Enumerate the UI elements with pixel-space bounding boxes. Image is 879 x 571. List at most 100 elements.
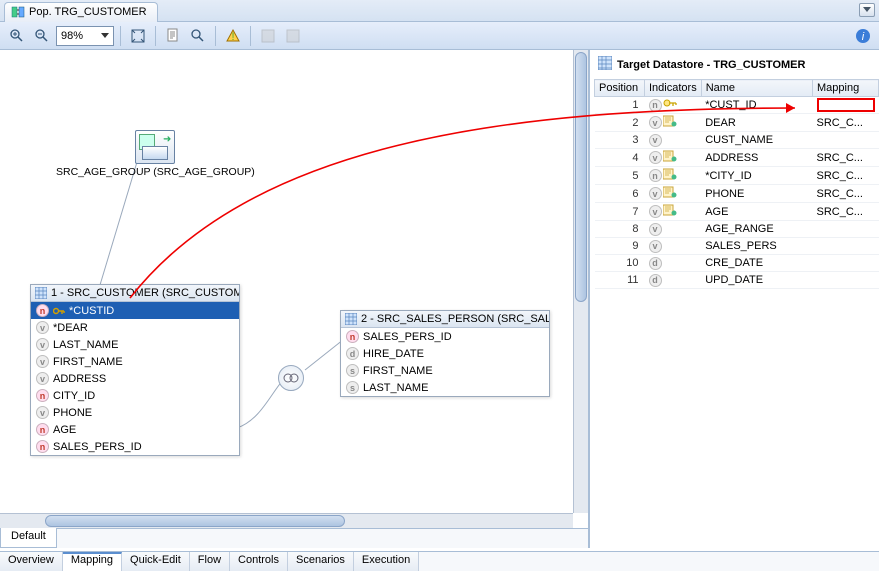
cell-mapping[interactable]: SRC_C...: [813, 114, 879, 132]
entity-header[interactable]: 2 - SRC_SALES_PERSON (SRC_SAL: [341, 311, 549, 328]
mapping-tab-icon: [11, 5, 25, 19]
col-header-name[interactable]: Name: [701, 80, 812, 97]
type-badge-d: d: [346, 347, 359, 360]
entity-src-sales-person[interactable]: 2 - SRC_SALES_PERSON (SRC_SAL nSALES_PER…: [340, 310, 550, 397]
cell-indicators: v: [645, 221, 702, 238]
target-row[interactable]: 10dCRE_DATE: [595, 255, 879, 272]
cell-mapping[interactable]: SRC_C...: [813, 167, 879, 185]
target-row[interactable]: 1n*CUST_ID: [595, 97, 879, 114]
cell-mapping[interactable]: SRC_C...: [813, 203, 879, 221]
target-row[interactable]: 9vSALES_PERS: [595, 238, 879, 255]
table-icon: [345, 313, 357, 325]
cell-name: SALES_PERS: [701, 238, 812, 255]
type-badge-v: v: [36, 406, 49, 419]
scrollbar-thumb[interactable]: [45, 515, 345, 527]
entity-column[interactable]: vLAST_NAME: [31, 336, 239, 353]
search-button[interactable]: [187, 25, 209, 47]
chevron-down-icon: [863, 7, 871, 13]
source-node-age-group[interactable]: SRC_AGE_GROUP (SRC_AGE_GROUP): [56, 130, 255, 178]
bottom-tab-flow[interactable]: Flow: [190, 552, 230, 571]
col-header-position[interactable]: Position: [595, 80, 645, 97]
notes-button[interactable]: [162, 25, 184, 47]
column-name: HIRE_DATE: [363, 348, 424, 360]
cell-indicators: n: [645, 97, 702, 114]
join-node[interactable]: [278, 365, 304, 391]
target-row[interactable]: 7vAGESRC_C...: [595, 203, 879, 221]
entity-header[interactable]: 1 - SRC_CUSTOMER (SRC_CUSTOMI: [31, 285, 239, 302]
type-badge-n: n: [36, 440, 49, 453]
entity-column[interactable]: nAGE: [31, 421, 239, 438]
type-badge-s: s: [346, 381, 359, 394]
target-row[interactable]: 11dUPD_DATE: [595, 272, 879, 289]
col-header-indicators[interactable]: Indicators: [645, 80, 702, 97]
zoom-out-button[interactable]: [31, 25, 53, 47]
horizontal-scrollbar[interactable]: [0, 513, 573, 528]
zoom-in-button[interactable]: [6, 25, 28, 47]
target-header: Target Datastore - TRG_CUSTOMER: [594, 54, 879, 79]
canvas-tab-default[interactable]: Default: [0, 528, 57, 548]
cell-position: 8: [595, 221, 645, 238]
indicator-badge: v: [649, 187, 662, 200]
type-badge-v: v: [36, 355, 49, 368]
target-row[interactable]: 3vCUST_NAME: [595, 132, 879, 149]
entity-column[interactable]: vADDRESS: [31, 370, 239, 387]
cell-indicators: v: [645, 185, 702, 203]
bottom-tab-execution[interactable]: Execution: [354, 552, 419, 571]
target-row[interactable]: 5n*CITY_IDSRC_C...: [595, 167, 879, 185]
cell-mapping[interactable]: [813, 255, 879, 272]
target-row[interactable]: 2vDEARSRC_C...: [595, 114, 879, 132]
cell-indicators: v: [645, 149, 702, 167]
warnings-button[interactable]: !: [222, 25, 244, 47]
bottom-tab-strip: OverviewMappingQuick-EditFlowControlsSce…: [0, 551, 879, 571]
cell-mapping[interactable]: [813, 238, 879, 255]
entity-column[interactable]: nSALES_PERS_ID: [31, 438, 239, 455]
target-row[interactable]: 4vADDRESSSRC_C...: [595, 149, 879, 167]
search-icon: [190, 28, 206, 44]
cell-position: 10: [595, 255, 645, 272]
scrollbar-thumb[interactable]: [575, 52, 587, 302]
entity-column[interactable]: nCITY_ID: [31, 387, 239, 404]
column-name: ADDRESS: [53, 373, 106, 385]
entity-column[interactable]: v*DEAR: [31, 319, 239, 336]
cell-mapping[interactable]: SRC_C...: [813, 149, 879, 167]
bottom-tab-controls[interactable]: Controls: [230, 552, 288, 571]
zoom-combo[interactable]: 98%: [56, 26, 114, 46]
entity-column[interactable]: d HIRE_DATE: [341, 345, 549, 362]
cell-mapping[interactable]: [813, 272, 879, 289]
bottom-tab-scenarios[interactable]: Scenarios: [288, 552, 354, 571]
entity-column[interactable]: n*CUSTID: [31, 302, 239, 319]
col-header-mapping[interactable]: Mapping: [813, 80, 879, 97]
diagram-canvas[interactable]: SRC_AGE_GROUP (SRC_AGE_GROUP) 1 - SRC_CU…: [0, 50, 590, 548]
bottom-tab-overview[interactable]: Overview: [0, 552, 63, 571]
indicator-badge: v: [649, 205, 662, 218]
entity-column[interactable]: vPHONE: [31, 404, 239, 421]
vertical-scrollbar[interactable]: [573, 50, 588, 513]
tab-list-dropdown[interactable]: [859, 3, 875, 17]
cell-mapping[interactable]: SRC_C...: [813, 185, 879, 203]
cell-mapping[interactable]: [813, 221, 879, 238]
mapping-icon: [663, 168, 677, 183]
entity-src-customer[interactable]: 1 - SRC_CUSTOMER (SRC_CUSTOMI n*CUSTIDv*…: [30, 284, 240, 456]
fit-button[interactable]: [127, 25, 149, 47]
mapping-icon: [663, 204, 677, 219]
entity-column[interactable]: sFIRST_NAME: [341, 362, 549, 379]
info-button[interactable]: i: [853, 26, 873, 46]
editor-tab[interactable]: Pop. TRG_CUSTOMER: [4, 2, 158, 22]
cell-mapping[interactable]: [813, 132, 879, 149]
entity-column[interactable]: vFIRST_NAME: [31, 353, 239, 370]
target-row[interactable]: 6vPHONESRC_C...: [595, 185, 879, 203]
cell-indicators: d: [645, 272, 702, 289]
indicator-badge: v: [649, 151, 662, 164]
table-icon: [35, 287, 47, 299]
cell-mapping[interactable]: [813, 97, 879, 114]
column-name: SALES_PERS_ID: [363, 331, 452, 343]
entity-title: 1 - SRC_CUSTOMER (SRC_CUSTOMI: [51, 287, 239, 299]
bottom-tab-quick-edit[interactable]: Quick-Edit: [122, 552, 190, 571]
target-row[interactable]: 8vAGE_RANGE: [595, 221, 879, 238]
cell-position: 2: [595, 114, 645, 132]
column-name: LAST_NAME: [363, 382, 428, 394]
bottom-tab-mapping[interactable]: Mapping: [63, 552, 122, 571]
entity-column[interactable]: nSALES_PERS_ID: [341, 328, 549, 345]
entity-column[interactable]: s LAST_NAME: [341, 379, 549, 396]
info-icon: i: [855, 28, 871, 44]
